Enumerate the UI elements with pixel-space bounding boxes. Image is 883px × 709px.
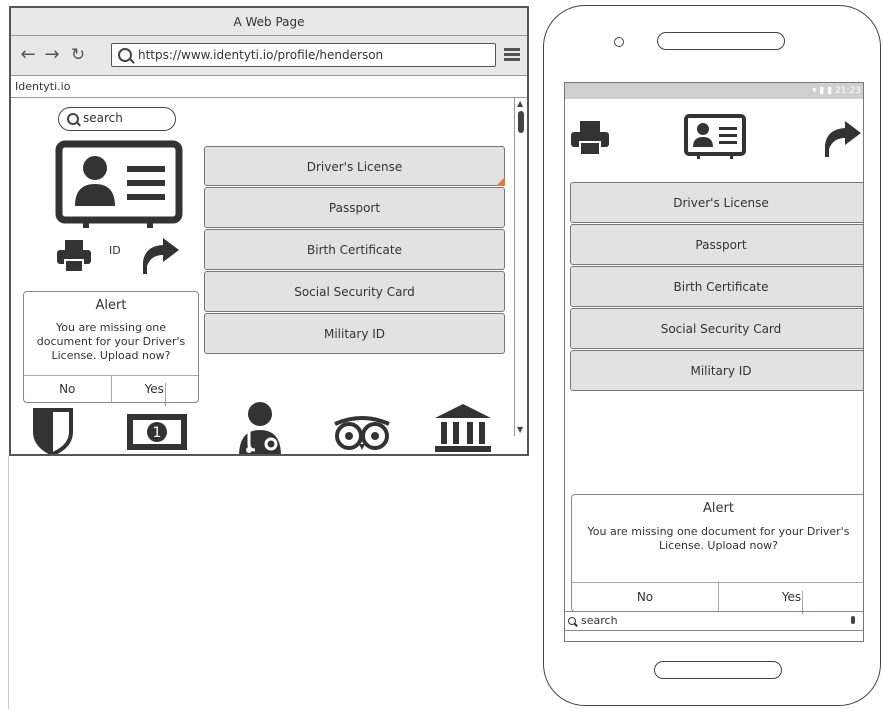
bank-icon[interactable] <box>433 402 493 454</box>
svg-text:1: 1 <box>153 425 162 441</box>
status-time: 21:23 <box>835 86 861 96</box>
id-card-icon <box>684 114 746 159</box>
site-name: Identyti.io <box>11 76 527 98</box>
wifi-icon: ▾ <box>812 86 817 96</box>
search-icon <box>568 617 576 625</box>
share-icon[interactable] <box>821 117 864 159</box>
share-icon[interactable] <box>139 234 183 276</box>
back-arrow-icon[interactable]: ← <box>19 44 37 66</box>
camera-icon <box>614 37 624 47</box>
vertical-scrollbar[interactable]: ▲ ▼ <box>514 98 527 436</box>
url-text: https://www.identyti.io/profile/henderso… <box>138 48 384 62</box>
microphone-icon[interactable] <box>851 616 855 624</box>
alert-yes-button[interactable]: Yes <box>718 583 863 614</box>
reload-icon[interactable]: ↻ <box>69 44 87 66</box>
alert-buttons: No Yes <box>24 375 199 406</box>
search-placeholder: search <box>83 111 123 125</box>
search-icon <box>118 48 132 62</box>
alert-no-button[interactable]: No <box>24 376 111 402</box>
document-button[interactable]: Driver's License <box>204 146 505 186</box>
alert-dialog: Alert You are missing one document for y… <box>23 291 199 406</box>
document-button[interactable]: Social Security Card <box>204 271 505 312</box>
battery-icon: ▮ <box>827 86 833 96</box>
alert-title: Alert <box>95 298 127 313</box>
owl-icon[interactable] <box>331 414 393 454</box>
alert-yes-button[interactable]: Yes <box>110 376 199 406</box>
document-button[interactable]: Social Security Card <box>570 308 863 349</box>
search-icon <box>67 113 79 125</box>
alert-message: You are missing one document for your Dr… <box>36 321 186 362</box>
shield-icon[interactable] <box>31 406 75 456</box>
scroll-up-icon[interactable]: ▲ <box>517 100 523 108</box>
browser-navbar: ← → ↻ https://www.identyti.io/profile/he… <box>11 36 527 76</box>
hamburger-menu-icon[interactable] <box>504 48 520 62</box>
alert-title: Alert <box>703 501 734 516</box>
printer-icon[interactable] <box>569 119 613 157</box>
search-placeholder: search <box>581 614 618 627</box>
document-button[interactable]: Passport <box>570 224 863 265</box>
url-bar[interactable]: https://www.identyti.io/profile/henderso… <box>111 43 496 67</box>
scrollbar-thumb[interactable] <box>518 111 524 133</box>
home-button[interactable] <box>654 661 782 679</box>
document-button[interactable]: Birth Certificate <box>570 266 863 307</box>
phone-screen: ▾ ▮ ▮ 21:23 Driver's License Passport Bi… <box>564 82 864 642</box>
search-input[interactable]: search <box>565 611 863 631</box>
upload-corner-marker <box>164 383 166 406</box>
id-card-icon <box>55 140 183 228</box>
status-bar: ▾ ▮ ▮ 21:23 <box>565 83 863 99</box>
page-content: ▲ ▼ search ID Driver's License Passport … <box>11 98 527 454</box>
money-icon[interactable]: 1 <box>125 412 189 452</box>
upload-corner-marker <box>496 177 505 186</box>
alert-buttons: No Yes <box>572 582 863 614</box>
document-button[interactable]: Passport <box>204 187 505 228</box>
signal-icon: ▮ <box>819 86 825 96</box>
phone-speaker <box>657 32 785 50</box>
document-button[interactable]: Driver's License <box>570 182 864 223</box>
printer-icon[interactable] <box>55 238 95 274</box>
alert-no-button[interactable]: No <box>572 583 718 611</box>
document-button[interactable]: Birth Certificate <box>204 229 505 270</box>
doctor-icon[interactable] <box>235 400 285 456</box>
window-title: A Web Page <box>11 8 527 36</box>
search-input[interactable]: search <box>58 107 176 131</box>
upload-corner-marker <box>863 214 864 223</box>
document-button[interactable]: Military ID <box>570 350 863 391</box>
scroll-down-icon[interactable]: ▼ <box>517 426 523 434</box>
forward-arrow-icon[interactable]: → <box>43 44 61 66</box>
phone-frame: ▾ ▮ ▮ 21:23 Driver's License Passport Bi… <box>543 5 881 706</box>
browser-window: A Web Page ← → ↻ https://www.identyti.io… <box>9 6 529 456</box>
id-label: ID <box>109 244 121 257</box>
alert-message: You are missing one document for your Dr… <box>587 525 850 552</box>
alert-dialog: Alert You are missing one document for y… <box>571 494 863 614</box>
document-button[interactable]: Military ID <box>204 313 505 354</box>
left-guide-line <box>8 456 9 709</box>
